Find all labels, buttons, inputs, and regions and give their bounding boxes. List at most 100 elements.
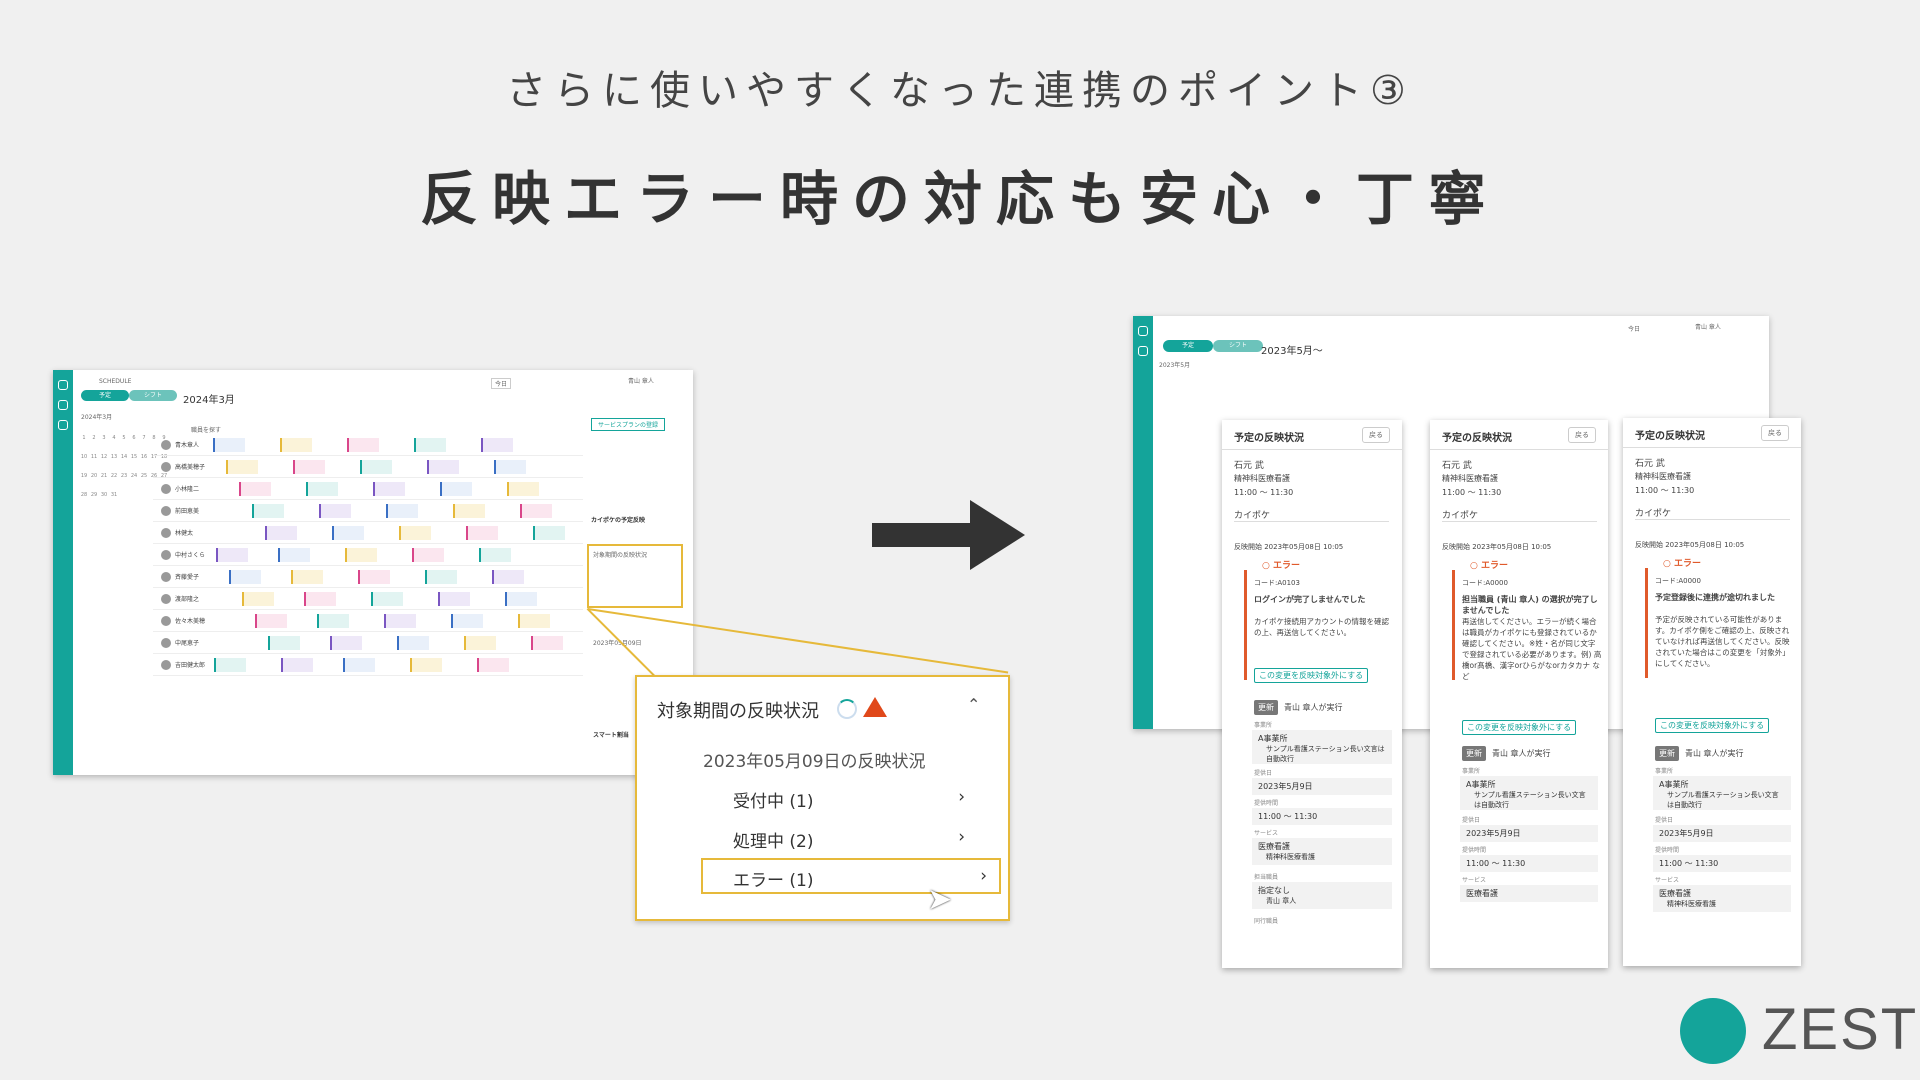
staff-row[interactable]: 前田恵美 — [153, 500, 583, 522]
today-button[interactable]: 今日 — [1628, 324, 1640, 333]
schedule-block[interactable] — [332, 526, 364, 540]
schedule-block[interactable] — [425, 570, 457, 584]
schedule-block[interactable] — [464, 636, 496, 650]
schedule-block[interactable] — [397, 636, 429, 650]
schedule-block[interactable] — [216, 548, 248, 562]
service-name: 精神科医療看護 — [1442, 474, 1498, 483]
schedule-block[interactable] — [451, 614, 483, 628]
date-box: 2023年5月9日 — [1460, 825, 1598, 842]
schedule-block[interactable] — [226, 460, 258, 474]
tab-shift[interactable]: シフト — [1213, 340, 1263, 352]
grid-icon[interactable] — [58, 420, 68, 430]
avatar — [161, 660, 171, 670]
avatar — [161, 638, 171, 648]
schedule-block[interactable] — [360, 460, 392, 474]
schedule-block[interactable] — [384, 614, 416, 628]
schedule-block[interactable] — [317, 614, 349, 628]
schedule-block[interactable] — [494, 460, 526, 474]
schedule-block[interactable] — [358, 570, 390, 584]
staff-row[interactable]: 渡部隆之 — [153, 588, 583, 610]
schedule-block[interactable] — [304, 592, 336, 606]
schedule-block[interactable] — [371, 592, 403, 606]
schedule-block[interactable] — [291, 570, 323, 584]
users-icon[interactable] — [58, 400, 68, 410]
calendar-icon[interactable] — [58, 380, 68, 390]
schedule-block[interactable] — [293, 460, 325, 474]
exclude-button[interactable]: この変更を反映対象外にする — [1655, 718, 1770, 733]
schedule-block[interactable] — [453, 504, 485, 518]
exclude-button[interactable]: この変更を反映対象外にする — [1254, 668, 1369, 683]
staff-row[interactable]: 中村さくら — [153, 544, 583, 566]
schedule-block[interactable] — [239, 482, 271, 496]
schedule-block[interactable] — [343, 658, 375, 672]
destination-select[interactable]: カイポケ — [1234, 508, 1389, 522]
schedule-block[interactable] — [330, 636, 362, 650]
schedule-block[interactable] — [518, 614, 550, 628]
back-button[interactable]: 戻る — [1568, 427, 1596, 443]
schedule-block[interactable] — [414, 438, 446, 452]
schedule-block[interactable] — [242, 592, 274, 606]
schedule-block[interactable] — [479, 548, 511, 562]
staff-row[interactable]: 斉藤愛子 — [153, 566, 583, 588]
schedule-block[interactable] — [268, 636, 300, 650]
destination-select[interactable]: カイポケ — [1635, 506, 1790, 520]
status-item-error[interactable]: エラー (1) › — [701, 858, 1001, 894]
collapse-chevron-icon[interactable]: ⌃ — [967, 695, 980, 714]
schedule-block[interactable] — [214, 658, 246, 672]
schedule-block[interactable] — [345, 548, 377, 562]
today-button[interactable]: 今日 — [491, 378, 512, 389]
schedule-block[interactable] — [373, 482, 405, 496]
schedule-block[interactable] — [347, 438, 379, 452]
users-icon[interactable] — [1138, 346, 1148, 356]
calendar-icon[interactable] — [1138, 326, 1148, 336]
schedule-block[interactable] — [505, 592, 537, 606]
schedule-block[interactable] — [531, 636, 563, 650]
schedule-block[interactable] — [386, 504, 418, 518]
schedule-block[interactable] — [412, 548, 444, 562]
schedule-block[interactable] — [252, 504, 284, 518]
schedule-block[interactable] — [410, 658, 442, 672]
destination-select[interactable]: カイポケ — [1442, 508, 1597, 522]
schedule-block[interactable] — [399, 526, 431, 540]
schedule-block[interactable] — [278, 548, 310, 562]
status-item-processing[interactable]: 処理中 (2) › — [733, 827, 973, 852]
schedule-block[interactable] — [438, 592, 470, 606]
schedule-block[interactable] — [427, 460, 459, 474]
staff-row[interactable]: 高橋美穂子 — [153, 456, 583, 478]
staff-row[interactable]: 小林隆二 — [153, 478, 583, 500]
schedule-block[interactable] — [280, 438, 312, 452]
tab-plan[interactable]: 予定 — [81, 390, 129, 401]
staff-row[interactable]: 青木章人 — [153, 434, 583, 456]
staff-row[interactable]: 吉田健太郎 — [153, 654, 583, 676]
staff-search[interactable]: 職員を探す — [191, 425, 221, 434]
service-plan-button[interactable]: サービスプランの登録 — [591, 418, 666, 431]
schedule-block[interactable] — [213, 438, 245, 452]
staff-row[interactable]: 中尾恵子 — [153, 632, 583, 654]
schedule-block[interactable] — [492, 570, 524, 584]
schedule-block[interactable] — [281, 658, 313, 672]
schedule-block[interactable] — [265, 526, 297, 540]
schedule-block[interactable] — [520, 504, 552, 518]
schedule-block[interactable] — [533, 526, 565, 540]
schedule-block[interactable] — [466, 526, 498, 540]
user-name[interactable]: 青山 章人 — [1695, 322, 1721, 331]
schedule-block[interactable] — [229, 570, 261, 584]
schedule-block[interactable] — [306, 482, 338, 496]
schedule-block[interactable] — [507, 482, 539, 496]
tab-shift[interactable]: シフト — [129, 390, 177, 401]
schedule-block[interactable] — [481, 438, 513, 452]
schedule-block[interactable] — [477, 658, 509, 672]
schedule-block[interactable] — [440, 482, 472, 496]
staff-row[interactable]: 林健太 — [153, 522, 583, 544]
back-button[interactable]: 戻る — [1761, 425, 1789, 441]
schedule-block[interactable] — [319, 504, 351, 518]
schedule-block[interactable] — [255, 614, 287, 628]
date-label: 提供日 — [1254, 770, 1273, 777]
exclude-button[interactable]: この変更を反映対象外にする — [1462, 720, 1577, 735]
status-item-received[interactable]: 受付中 (1) › — [733, 787, 973, 812]
tab-plan[interactable]: 予定 — [1163, 340, 1213, 352]
staff-row[interactable]: 佐々木美穂 — [153, 610, 583, 632]
back-button[interactable]: 戻る — [1362, 427, 1390, 443]
staff-box: 指定なし 青山 章人 — [1252, 882, 1392, 909]
user-name[interactable]: 青山 章人 — [628, 376, 654, 385]
